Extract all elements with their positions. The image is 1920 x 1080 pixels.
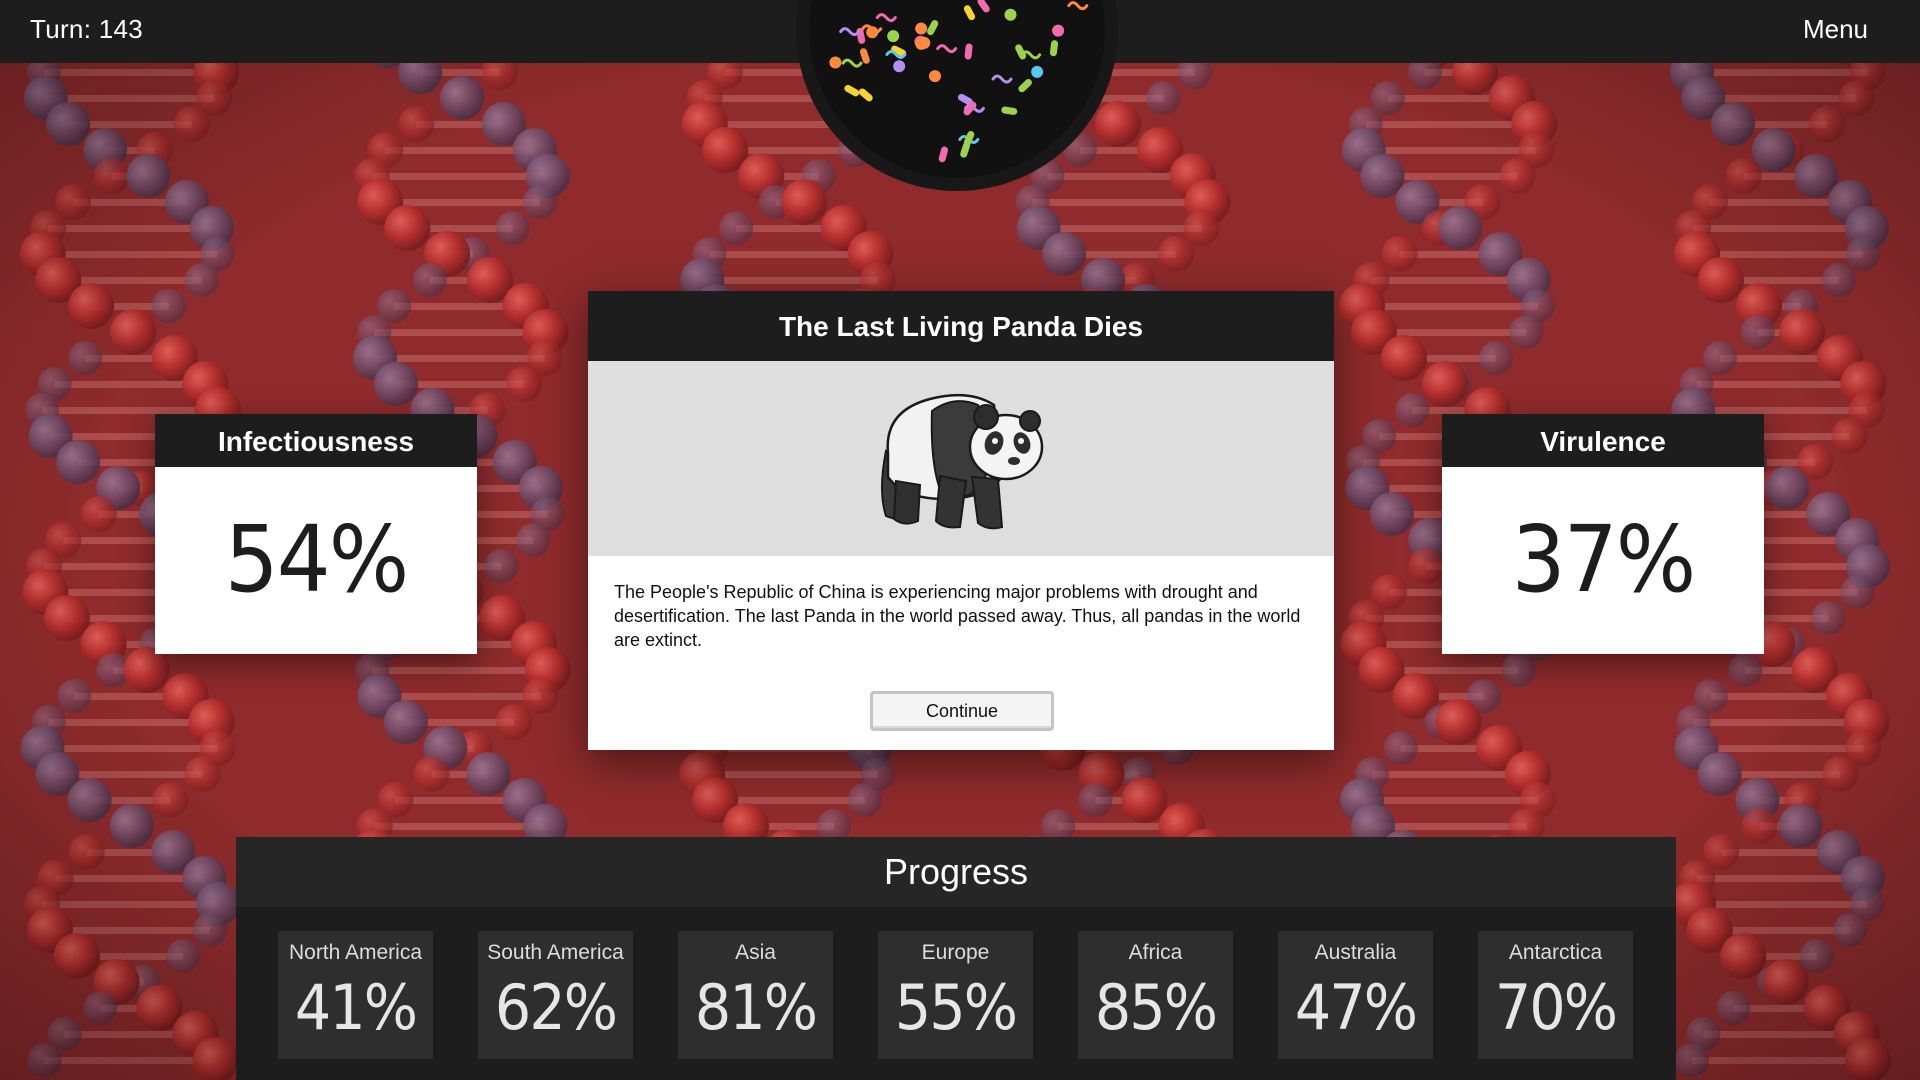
infectiousness-label: Infectiousness xyxy=(155,414,477,467)
region-europe: Europe 55% xyxy=(878,931,1033,1059)
continue-button[interactable]: Continue xyxy=(870,691,1054,731)
region-asia: Asia 81% xyxy=(678,931,833,1059)
region-value: 85% xyxy=(1094,971,1218,1044)
virulence-label: Virulence xyxy=(1442,414,1764,467)
region-value: 41% xyxy=(294,971,418,1044)
region-value: 70% xyxy=(1494,971,1618,1044)
region-africa: Africa 85% xyxy=(1078,931,1233,1059)
region-name: Asia xyxy=(735,941,776,964)
infectiousness-card: Infectiousness 54% xyxy=(155,414,477,654)
region-name: Antarctica xyxy=(1508,941,1603,964)
menu-button[interactable]: Menu xyxy=(1803,14,1868,45)
region-name: North America xyxy=(288,941,423,964)
progress-panel: Progress North America 41% South America… xyxy=(236,837,1676,1080)
pathogen-emblem-icon xyxy=(796,0,1118,191)
progress-title: Progress xyxy=(236,837,1676,907)
infectiousness-value: 54% xyxy=(224,506,409,613)
region-value: 55% xyxy=(894,971,1018,1044)
event-message: The People's Republic of China is experi… xyxy=(614,582,1301,650)
event-dialog: The Last Living Panda Dies The People's … xyxy=(588,291,1334,750)
virulence-value: 37% xyxy=(1511,506,1696,613)
region-name: Europe xyxy=(921,941,990,964)
region-antarctica: Antarctica 70% xyxy=(1478,931,1633,1059)
panda-icon xyxy=(881,393,1044,530)
region-value: 62% xyxy=(494,971,618,1044)
region-value: 47% xyxy=(1294,971,1418,1044)
region-south-america: South America 62% xyxy=(478,931,633,1059)
region-north-america: North America 41% xyxy=(278,931,433,1059)
event-title: The Last Living Panda Dies xyxy=(588,291,1334,361)
region-value: 81% xyxy=(694,971,818,1044)
event-image xyxy=(588,361,1334,556)
turn-counter: Turn: 143 xyxy=(30,14,144,44)
region-name: Australia xyxy=(1314,941,1397,964)
region-list: North America 41% South America 62% Asia… xyxy=(278,931,1638,1059)
region-australia: Australia 47% xyxy=(1278,931,1433,1059)
region-name: Africa xyxy=(1128,941,1183,964)
virulence-card: Virulence 37% xyxy=(1442,414,1764,654)
region-name: South America xyxy=(487,941,624,964)
